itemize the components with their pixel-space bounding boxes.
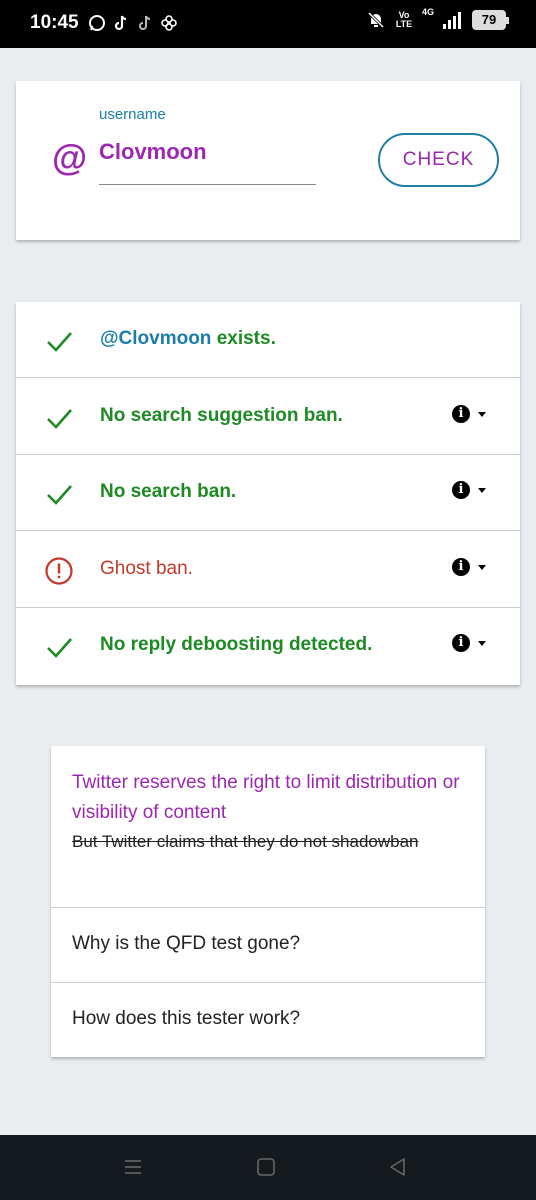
- faq-item-how-it-works[interactable]: How does this tester work?: [51, 984, 485, 1058]
- caret-down-icon: [478, 487, 486, 493]
- info-icon: i: [452, 405, 470, 423]
- caret-down-icon: [478, 564, 486, 570]
- checkmark-icon: [47, 485, 72, 505]
- checkmark-icon: [47, 409, 72, 429]
- result-row-search-ban: No search ban. i: [16, 455, 520, 531]
- menu-icon[interactable]: [121, 1155, 145, 1179]
- faq-struck-text: But Twitter claims that they do not shad…: [72, 832, 419, 851]
- username-label: username: [99, 106, 166, 123]
- back-icon[interactable]: [386, 1155, 410, 1179]
- checkmark-icon: [47, 332, 72, 352]
- faq-notice[interactable]: Twitter reserves the right to limit dist…: [51, 746, 485, 908]
- result-row-search-suggestion: No search suggestion ban. i: [16, 379, 520, 455]
- faq-item-qfd[interactable]: Why is the QFD test gone?: [51, 909, 485, 983]
- faq-card: Twitter reserves the right to limit dist…: [51, 746, 485, 1057]
- network-type: 4G: [421, 7, 434, 17]
- result-handle: @Clovmoon: [100, 328, 212, 349]
- battery-indicator: 79: [472, 10, 509, 30]
- navigation-bar: [0, 1135, 536, 1200]
- result-text: No reply deboosting detected.: [100, 634, 373, 655]
- result-text: No search suggestion ban.: [100, 405, 343, 426]
- result-text: Ghost ban.: [100, 558, 193, 579]
- username-input[interactable]: Clovmoon: [99, 139, 207, 165]
- checkmark-icon: [47, 638, 72, 658]
- signal-icon: [443, 12, 461, 29]
- info-dropdown[interactable]: i: [452, 405, 486, 423]
- caret-down-icon: [478, 411, 486, 417]
- result-row-exists: @Clovmoon exists.: [16, 302, 520, 378]
- notification-icons: [88, 14, 178, 32]
- results-card: @Clovmoon exists. No search suggestion b…: [16, 302, 520, 685]
- tiktok-icon: [139, 15, 151, 30]
- result-row-reply-deboosting: No reply deboosting detected. i: [16, 608, 520, 684]
- result-text: No search ban.: [100, 481, 237, 502]
- whatsapp-icon: [89, 15, 105, 31]
- info-dropdown[interactable]: i: [452, 481, 486, 499]
- input-underline: [99, 184, 316, 185]
- volte-indicator: Vo LTE: [395, 10, 413, 29]
- clock: 10:45: [30, 12, 79, 33]
- status-bar: 10:45 Vo LTE 4G 79: [0, 0, 536, 48]
- info-icon: i: [452, 481, 470, 499]
- info-dropdown[interactable]: i: [452, 558, 486, 576]
- info-icon: i: [452, 634, 470, 652]
- home-icon[interactable]: [254, 1155, 278, 1179]
- username-card: @ username Clovmoon CHECK: [16, 81, 520, 240]
- result-message: exists.: [211, 328, 276, 349]
- pinwheel-icon: [161, 15, 177, 31]
- info-dropdown[interactable]: i: [452, 634, 486, 652]
- muted-bell-icon: [367, 11, 385, 29]
- check-button[interactable]: CHECK: [378, 133, 499, 187]
- faq-highlight: Twitter reserves the right to limit dist…: [72, 772, 460, 823]
- tiktok-icon: [114, 15, 127, 31]
- at-icon: @: [52, 137, 88, 178]
- result-row-ghost-ban: Ghost ban. i: [16, 532, 520, 608]
- warning-icon: [45, 557, 73, 585]
- system-indicators: Vo LTE 4G 79: [366, 7, 509, 30]
- info-icon: i: [452, 558, 470, 576]
- result-text: @Clovmoon exists.: [100, 328, 276, 350]
- caret-down-icon: [478, 640, 486, 646]
